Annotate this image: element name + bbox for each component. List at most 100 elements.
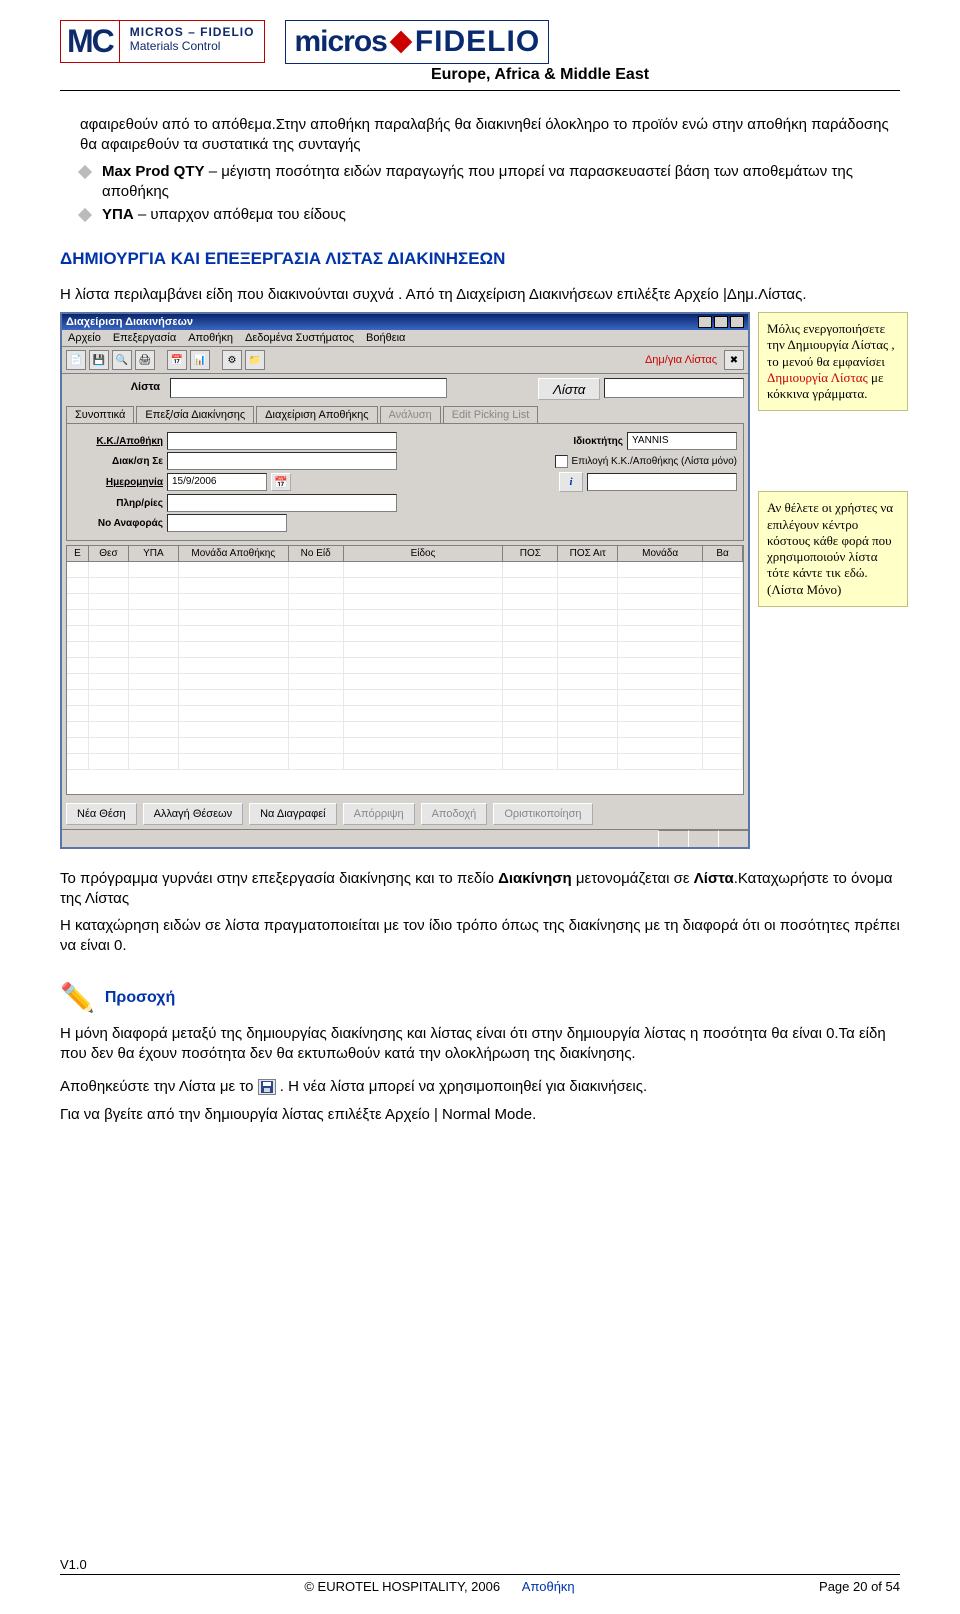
header-divider [60,90,900,91]
reject-button: Απόρριψη [343,803,415,825]
tb-open-icon[interactable]: 📁 [245,350,265,370]
owner-value: YANNIS [627,432,737,450]
gh-e: Ε [67,546,89,561]
attention-p1: Η μόνη διαφορά μεταξύ της δημιουργίας δι… [60,1024,900,1063]
tabs: Συνοπτικά Επεξ/σία Διακίνησης Διαχείριση… [62,406,748,423]
accept-button: Αποδοχή [421,803,488,825]
tab-body: Κ.Κ./Αποθήκη Ιδιοκτήτης YANNIS Διακ/ση Σ… [66,423,744,541]
menu-file[interactable]: Αρχείο [68,332,101,344]
mf-micros: micros [294,25,386,59]
bullet-diamond-icon [78,165,92,179]
minimize-icon[interactable] [698,316,712,328]
grid-header: Ε Θεσ ΥΠΑ Μονάδα Αποθήκης Νο Είδ Είδος Π… [67,546,743,562]
delete-button[interactable]: Να Διαγραφεί [249,803,337,825]
menu-help[interactable]: Βοήθεια [366,332,405,344]
titlebar: Διαχείριση Διακινήσεων [62,314,748,330]
info-label: Πληρ/ρίες [73,498,163,509]
tb-cal-icon[interactable]: 📅 [167,350,187,370]
refno-label: Νο Αναφοράς [73,518,163,529]
callout-2: Αν θέλετε οι χρήστες να επιλέγουν κέντρο… [758,491,908,607]
attention-p3: Για να βγείτε από την δημιουργία λίστας … [60,1105,900,1125]
gh-qty: ΠΟΣ [503,546,558,561]
tab-picking: Edit Picking List [443,406,539,423]
mc-logo-mark: MC [61,21,120,62]
new-pos-button[interactable]: Νέα Θέση [66,803,137,825]
footer-section: Αποθήκη [522,1579,575,1594]
section-heading: ΔΗΜΙΟΥΡΓΙΑ ΚΑΙ ΕΠΕΞΕΡΓΑΣΙΑ ΛΙΣΤΑΣ ΔΙΑΚΙΝ… [60,249,900,269]
intro-paragraph: αφαιρεθούν από το απόθεμα.Στην αποθήκη π… [80,115,900,154]
section-intro: Η λίστα περιλαμβάνει είδη που διακινούντ… [60,285,900,305]
header-subtitle: Europe, Africa & Middle East [340,66,740,84]
tb-print-icon[interactable]: 🖨 [135,350,155,370]
tb-process-icon[interactable]: ⚙ [222,350,242,370]
select-kk-checkbox[interactable] [555,455,568,468]
attention-label: Προσοχή [105,989,175,1007]
calendar-icon[interactable]: 📅 [271,473,291,491]
menu-edit[interactable]: Επεξεργασία [113,332,176,344]
bullet-2: ΥΠΑ – υπαρχον απόθεμα του είδους [102,205,900,225]
statusbar [62,829,748,847]
bullet-diamond-icon [78,208,92,222]
refno-input[interactable] [167,514,287,532]
menubar[interactable]: Αρχείο Επεξεργασία Αποθήκη Δεδομένα Συστ… [62,330,748,347]
tab-transfer-edit[interactable]: Επεξ/σία Διακίνησης [136,406,254,423]
lista-label: Λίστα [66,378,166,400]
footer-copyright: © EUROTEL HOSPITALITY, 2006 [304,1579,500,1594]
footer-buttons: Νέα Θέση Αλλαγή Θέσεων Να Διαγραφεί Απόρ… [62,799,748,829]
transfer-to-label: Διακ/ση Σε [73,456,163,467]
kk-store-input[interactable] [167,432,397,450]
gh-ypa: ΥΠΑ [129,546,179,561]
menu-store[interactable]: Αποθήκη [188,332,233,344]
tab-analysis: Ανάλυση [380,406,441,423]
select-kk-label: Επιλογή Κ.Κ./Αποθήκης (Λίστα μόνο) [572,456,737,467]
gh-itemno: Νο Είδ [289,546,344,561]
finalize-button: Οριστικοποίηση [493,803,592,825]
owner-label: Ιδιοκτήτης [563,436,623,447]
info2-input[interactable] [167,494,397,512]
warning-pencil-icon: ✏️ [60,981,95,1014]
close-icon[interactable] [730,316,744,328]
diamond-icon [390,31,413,54]
tab-store-mgmt[interactable]: Διαχείριση Αποθήκης [256,406,377,423]
gh-ba: Βα [703,546,743,561]
menu-system[interactable]: Δεδομένα Συστήματος [245,332,354,344]
tb-exit-icon[interactable]: ✖ [724,350,744,370]
info-input[interactable] [587,473,737,491]
after-para-1: Το πρόγραμμα γυρνάει στην επεξεργασία δι… [60,869,900,908]
tb-save-icon[interactable]: 💾 [89,350,109,370]
create-list-link[interactable]: Δημ/για Λίστας [645,354,717,366]
grid-body[interactable] [67,562,743,787]
toolbar: 📄 💾 🔍 🖨 📅 📊 ⚙ 📁 Δημ/για Λίστας ✖ [62,347,748,374]
lista-input[interactable] [170,378,447,398]
tab-summary[interactable]: Συνοπτικά [66,406,134,423]
after-para-2: Η καταχώρηση ειδών σε λίστα πραγματοποιε… [60,916,900,955]
mc-logo-line1: MICROS – FIDELIO [130,25,255,39]
transfer-to-input[interactable] [167,452,397,470]
app-window: Διαχείριση Διακινήσεων Αρχείο Επεξεργασί… [60,312,750,849]
maximize-icon[interactable] [714,316,728,328]
lista-button[interactable]: Λίστα [538,378,600,400]
gh-pos: Θεσ [89,546,129,561]
items-grid[interactable]: Ε Θεσ ΥΠΑ Μονάδα Αποθήκης Νο Είδ Είδος Π… [66,545,744,795]
page-footer: V1.0 © EUROTEL HOSPITALITY, 2006 Αποθήκη… [60,1557,900,1594]
tb-new-icon[interactable]: 📄 [66,350,86,370]
attention-p2: Αποθηκεύστε την Λίστα με το . Η νέα λίστ… [60,1077,900,1097]
mc-logo: MC MICROS – FIDELIO Materials Control [60,20,265,63]
footer-page: Page 20 of 54 [819,1579,900,1594]
save-icon [258,1079,276,1095]
tb-preview-icon[interactable]: 🔍 [112,350,132,370]
gh-unit: Μονάδα [618,546,703,561]
lista-select[interactable] [604,378,744,398]
callout-1: Μόλις ενεργοποιήσετε την Δημιουργία Λίστ… [758,312,908,411]
bullet-1: Max Prod QTY – μέγιστη ποσότητα ειδών πα… [102,162,900,201]
gh-item: Είδος [344,546,504,561]
gh-storeunit: Μονάδα Αποθήκης [179,546,289,561]
info-button[interactable]: i [559,472,583,492]
gh-qtyreq: ΠΟΣ Αιτ [558,546,618,561]
tb-chart-icon[interactable]: 📊 [190,350,210,370]
mf-fidelio: FIDELIO [415,25,540,59]
change-pos-button[interactable]: Αλλαγή Θέσεων [143,803,243,825]
window-title: Διαχείριση Διακινήσεων [66,316,193,328]
kk-store-label: Κ.Κ./Αποθήκη [73,436,163,447]
date-input[interactable]: 15/9/2006 [167,473,267,491]
